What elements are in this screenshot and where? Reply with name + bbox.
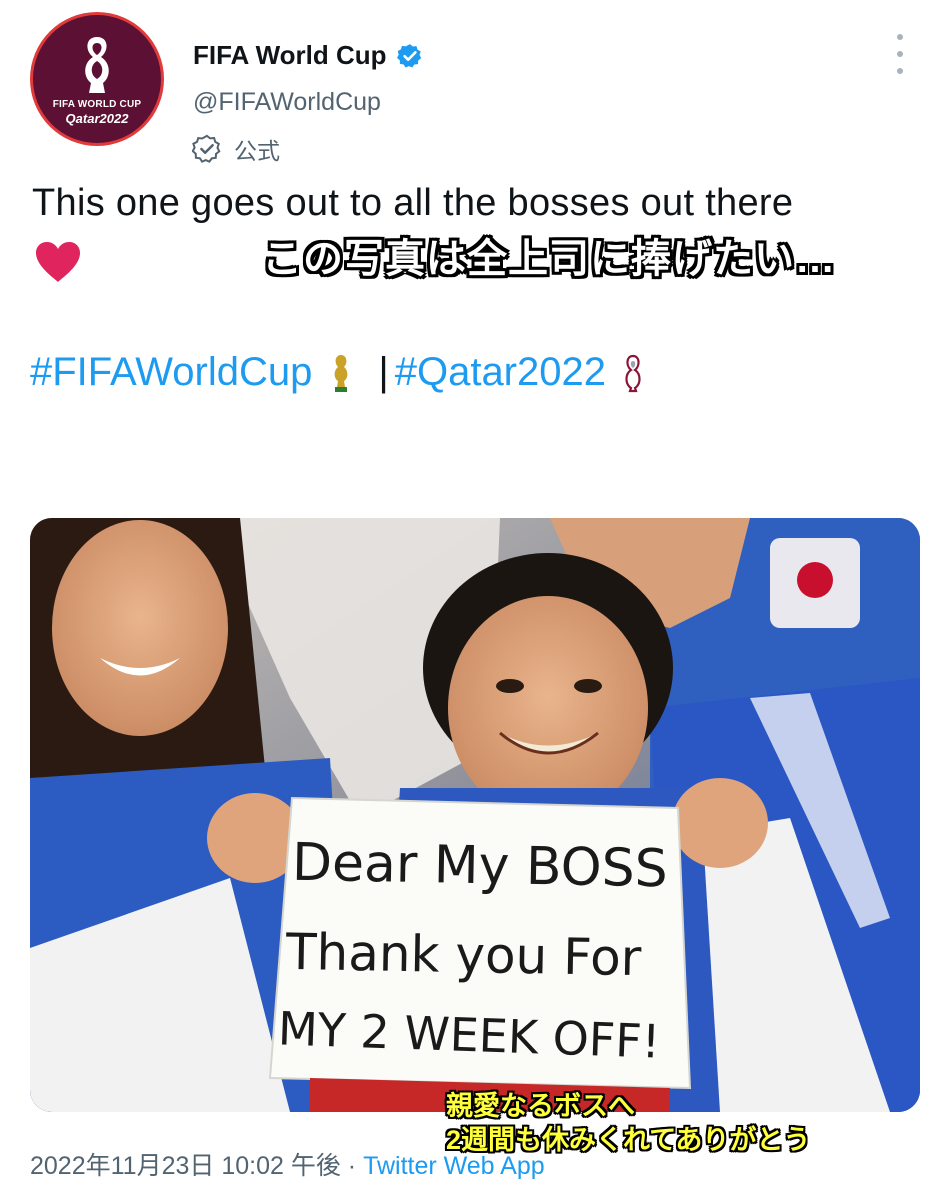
japanese-caption: この写真は全上司に捧げたい… xyxy=(262,237,836,281)
verified-badge-icon xyxy=(396,43,421,67)
name-row: FIFA World Cup xyxy=(193,40,423,71)
separator-dot: · xyxy=(347,1152,357,1180)
world-cup-emblem-icon xyxy=(85,37,109,93)
fifa-logo: FIFA WORLD CUP Qatar2022 xyxy=(33,15,161,143)
hashtag-row: #FIFAWorldCup | #Qatar2022 xyxy=(30,350,644,395)
more-options-icon[interactable] xyxy=(888,34,912,74)
avatar-line2: Qatar2022 xyxy=(65,111,129,126)
avatar-line1: FIFA WORLD CUP xyxy=(52,99,142,110)
hashtag-qatar2022[interactable]: #Qatar2022 xyxy=(395,350,606,395)
tweet-metadata: 2022年11月23日 10:02 午後 · Twitter Web App xyxy=(30,1146,545,1182)
sign-line-1: Dear My BOSS xyxy=(291,832,669,900)
red-heart-icon xyxy=(36,242,80,282)
account-handle[interactable]: @FIFAWorldCup xyxy=(193,88,381,117)
avatar[interactable]: FIFA WORLD CUP Qatar2022 xyxy=(30,12,164,146)
separator: | xyxy=(378,350,389,394)
qatar-emblem-icon xyxy=(625,354,641,392)
official-label-row: 公式 xyxy=(192,132,280,166)
tweet-photo[interactable]: Dear My BOSS Thank you For MY 2 WEEK OFF… xyxy=(30,518,920,1112)
tweet-text: This one goes out to all the bosses out … xyxy=(32,182,794,224)
timestamp[interactable]: 2022年11月23日 10:02 午後 xyxy=(30,1152,341,1180)
trophy-icon xyxy=(334,354,348,392)
official-label: 公式 xyxy=(234,138,280,164)
official-badge-icon xyxy=(192,134,221,163)
sign-line-2: Thank you For xyxy=(285,922,642,988)
hashtag-fifaworldcup[interactable]: #FIFAWorldCup xyxy=(30,350,312,395)
display-name[interactable]: FIFA World Cup xyxy=(193,40,387,71)
source-app[interactable]: Twitter Web App xyxy=(363,1152,545,1180)
